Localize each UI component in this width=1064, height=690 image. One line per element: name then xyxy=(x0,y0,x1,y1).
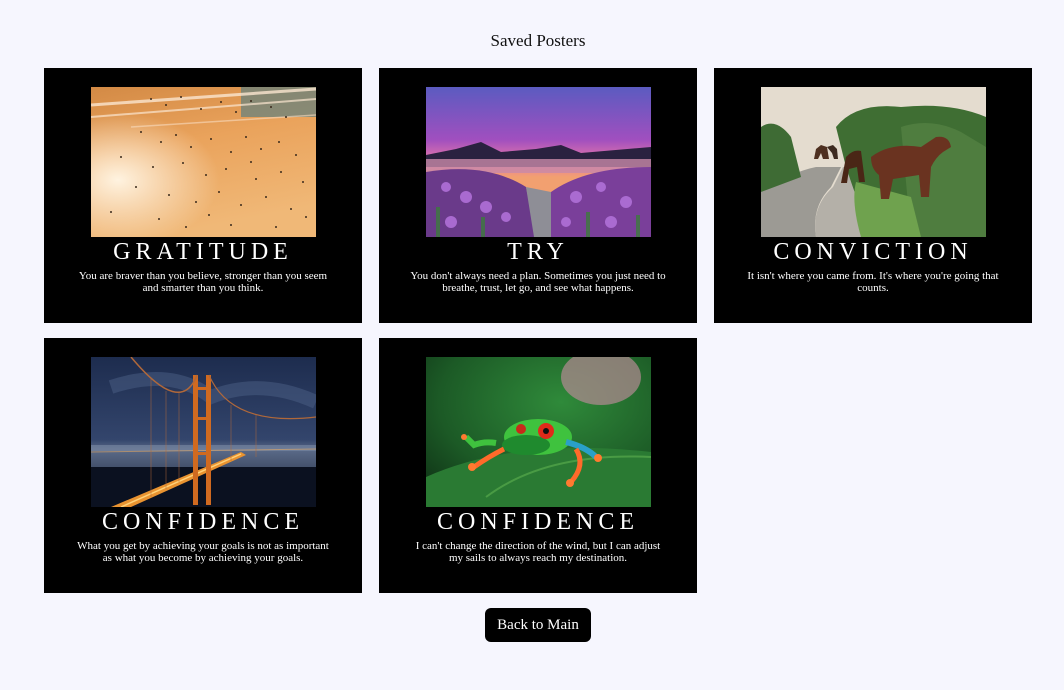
poster-image xyxy=(761,87,986,237)
poster-quote: What you get by achieving your goals is … xyxy=(77,540,329,564)
back-to-main-button[interactable]: Back to Main xyxy=(485,608,591,642)
poster-image xyxy=(426,357,651,507)
poster-quote: You don't always need a plan. Sometimes … xyxy=(410,270,666,294)
horses-on-road-photo xyxy=(761,87,986,237)
poster-title: CONFIDENCE xyxy=(101,509,304,535)
lavender-lake-mountain-photo xyxy=(426,87,651,237)
poster-quote: You are braver than you believe, stronge… xyxy=(78,270,328,294)
poster-quote: It isn't where you came from. It's where… xyxy=(747,270,999,294)
birds-at-sunset-photo xyxy=(91,87,316,237)
poster-card: CONFIDENCE What you get by achieving you… xyxy=(44,338,362,593)
golden-gate-bridge-night-photo xyxy=(91,357,316,507)
poster-title: GRATITUDE xyxy=(113,239,293,265)
poster-card: GRATITUDE You are braver than you believ… xyxy=(44,68,362,323)
poster-title: CONVICTION xyxy=(773,239,973,265)
poster-title: CONFIDENCE xyxy=(436,509,639,535)
page-title: Saved Posters xyxy=(490,31,586,50)
poster-card: CONVICTION It isn't where you came from.… xyxy=(714,68,1032,323)
poster-image xyxy=(91,87,316,237)
poster-quote: I can't change the direction of the wind… xyxy=(415,540,661,564)
poster-image xyxy=(426,87,651,237)
poster-card: CONFIDENCE I can't change the direction … xyxy=(379,338,697,593)
red-eyed-tree-frog-photo xyxy=(426,357,651,507)
poster-title: TRY xyxy=(507,239,569,265)
poster-image xyxy=(91,357,316,507)
poster-card: TRY You don't always need a plan. Someti… xyxy=(379,68,697,323)
